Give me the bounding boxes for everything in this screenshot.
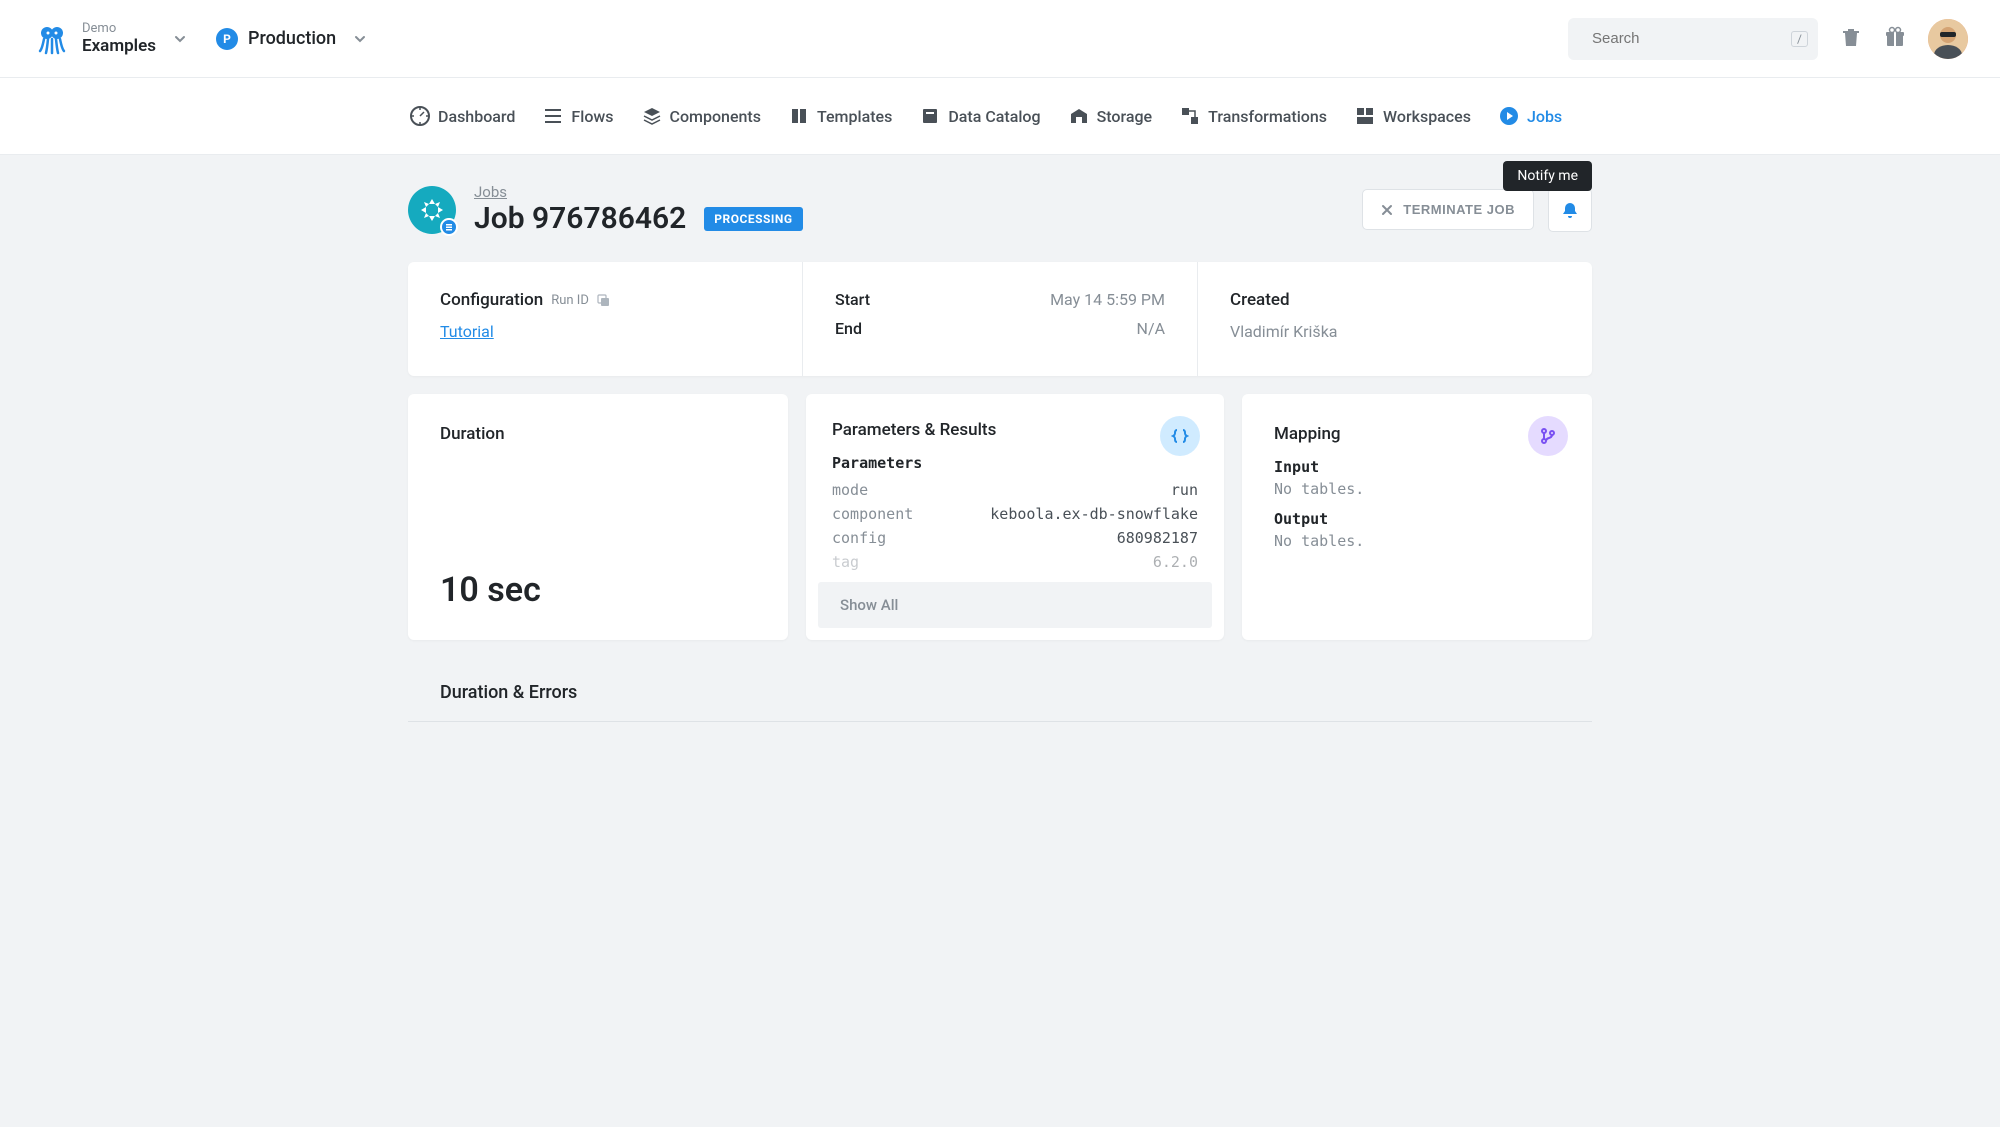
info-timing: Start May 14 5:59 PM End N/A (802, 262, 1197, 376)
logo-icon (36, 23, 68, 55)
card-params: Parameters & Results Parameters moderun … (806, 394, 1224, 640)
mapping-input-value: No tables. (1274, 480, 1560, 498)
org-switcher[interactable]: Demo Examples (82, 21, 188, 56)
status-badge: PROCESSING (704, 207, 802, 231)
configuration-link[interactable]: Tutorial (440, 322, 494, 341)
nav-jobs[interactable]: Jobs (1499, 106, 1562, 126)
configuration-label: Configuration (440, 290, 543, 310)
page-header: Jobs Job 976786462 PROCESSING TERMINATE … (408, 183, 1592, 236)
org-name: Examples (82, 36, 156, 56)
nav-transformations[interactable]: Transformations (1180, 106, 1327, 126)
branch-name: Production (248, 28, 336, 49)
notify-button[interactable] (1548, 188, 1592, 232)
param-row: componentkeboola.ex-db-snowflake (806, 502, 1224, 526)
start-value: May 14 5:59 PM (1050, 290, 1165, 309)
info-card: Configuration Run ID Tutorial Start May 1… (408, 262, 1592, 376)
created-by: Vladimír Kriška (1230, 322, 1560, 341)
nav-dashboard[interactable]: Dashboard (410, 106, 515, 126)
chevron-down-icon (172, 31, 188, 47)
copy-icon[interactable] (597, 294, 610, 307)
mapping-output-label: Output (1274, 510, 1560, 528)
nav-data-catalog[interactable]: Data Catalog (920, 106, 1040, 126)
end-label: End (835, 319, 862, 338)
card-duration: Duration 10 sec (408, 394, 788, 640)
job-icon (408, 186, 456, 234)
card-mapping: Mapping Input No tables. Output No table… (1242, 394, 1592, 640)
search-shortcut: / (1791, 31, 1808, 47)
nav-bar: Dashboard Flows Components Templates Dat… (0, 78, 2000, 155)
bell-icon (1561, 201, 1579, 219)
terminate-button[interactable]: TERMINATE JOB (1362, 189, 1534, 230)
content: Jobs Job 976786462 PROCESSING TERMINATE … (408, 155, 1592, 822)
created-label: Created (1230, 290, 1290, 310)
nav-workspaces[interactable]: Workspaces (1355, 106, 1471, 126)
chart-area (408, 722, 1592, 762)
nav-storage[interactable]: Storage (1069, 106, 1153, 126)
branch-badge: P (216, 28, 238, 50)
trash-icon[interactable] (1840, 26, 1862, 52)
nav-components[interactable]: Components (642, 106, 761, 126)
section-title: Duration & Errors (408, 664, 1592, 721)
nav-templates[interactable]: Templates (789, 106, 892, 126)
mapping-input-label: Input (1274, 458, 1560, 476)
duration-label: Duration (440, 424, 756, 444)
topbar: Demo Examples P Production / (0, 0, 2000, 78)
braces-icon (1160, 416, 1200, 456)
params-heading: Parameters (806, 454, 1224, 478)
close-icon (1381, 204, 1393, 216)
chevron-down-icon (352, 31, 368, 47)
mapping-title: Mapping (1274, 424, 1560, 444)
cards-row: Duration 10 sec Parameters & Results Par… (408, 394, 1592, 640)
mapping-output-value: No tables. (1274, 532, 1560, 550)
show-all-button[interactable]: Show All (818, 582, 1212, 628)
notify-tooltip: Notify me (1503, 161, 1592, 191)
info-configuration: Configuration Run ID Tutorial (408, 262, 802, 376)
nav-flows[interactable]: Flows (543, 106, 613, 126)
param-row: config680982187 (806, 526, 1224, 550)
search-input[interactable] (1592, 30, 1791, 47)
start-label: Start (835, 290, 870, 309)
branch-switcher[interactable]: P Production (216, 28, 368, 50)
gift-icon[interactable] (1884, 26, 1906, 52)
info-created: Created Vladimír Kriška (1197, 262, 1592, 376)
runid-label: Run ID (551, 293, 589, 308)
page-title: Job 976786462 (474, 201, 686, 236)
breadcrumb-jobs[interactable]: Jobs (474, 183, 803, 201)
org-label: Demo (82, 21, 156, 36)
duration-value: 10 sec (440, 570, 756, 610)
param-row: tag6.2.0 (806, 550, 1224, 574)
git-branch-icon (1528, 416, 1568, 456)
search-box[interactable]: / (1568, 18, 1818, 60)
end-value: N/A (1137, 319, 1165, 338)
user-avatar[interactable] (1928, 19, 1968, 59)
param-row: moderun (806, 478, 1224, 502)
